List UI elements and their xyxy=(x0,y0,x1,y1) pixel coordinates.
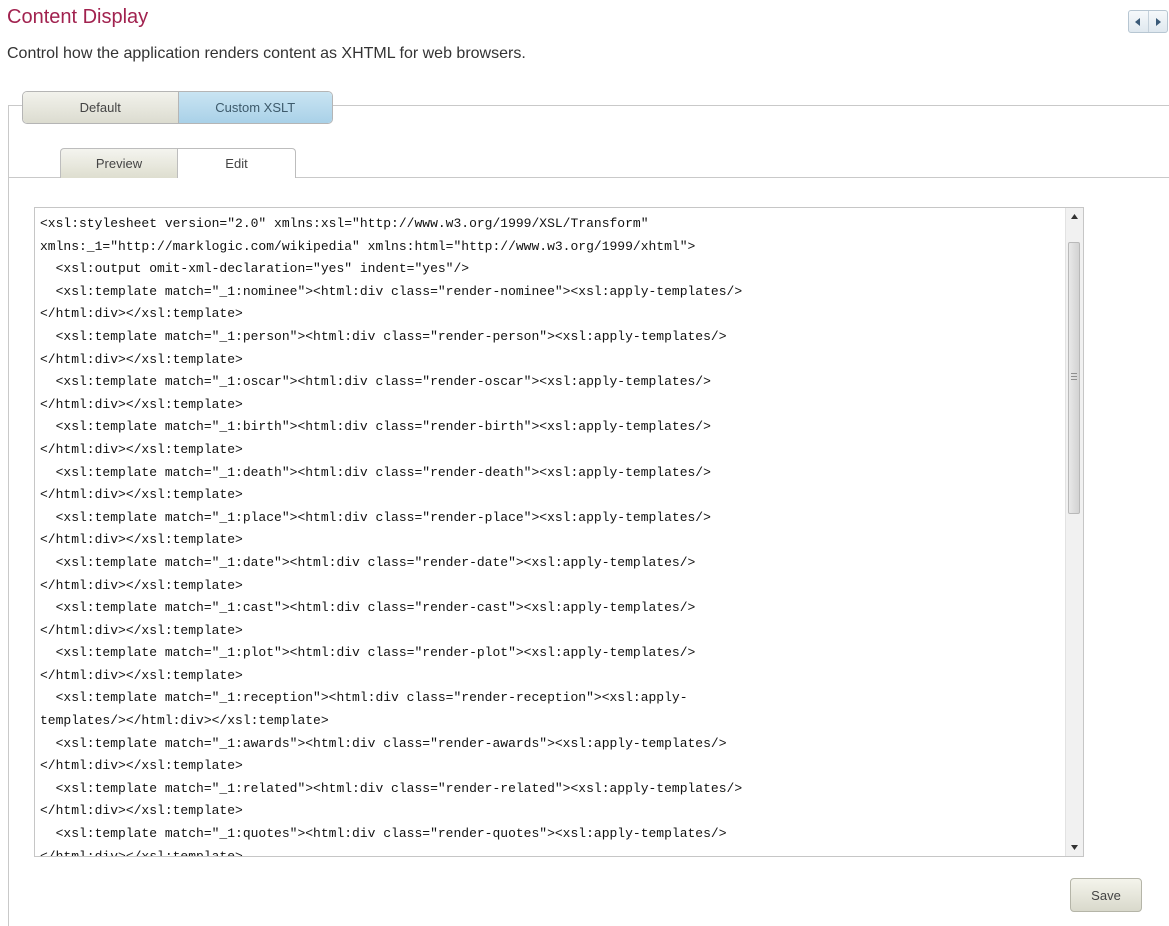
xslt-view-tabs: Preview Edit xyxy=(60,148,296,179)
code-line: </html:div></xsl:template> xyxy=(40,622,243,638)
code-line: </html:div></xsl:template> xyxy=(40,532,243,548)
code-line: <xsl:template match="_1:death"><html:div… xyxy=(40,464,711,480)
code-line: <xsl:template match="_1:reception"><html… xyxy=(40,690,688,706)
tab-frame-left-border xyxy=(8,105,9,926)
code-line: <xsl:template match="_1:cast"><html:div … xyxy=(40,600,696,616)
code-line: xmlns:_1="http://marklogic.com/wikipedia… xyxy=(40,238,696,254)
code-line: <xsl:template match="_1:place"><html:div… xyxy=(40,509,711,525)
triangle-right-icon xyxy=(1155,17,1161,26)
tab-default[interactable]: Default xyxy=(23,92,179,123)
code-line: </html:div></xsl:template> xyxy=(40,351,243,367)
page-description: Control how the application renders cont… xyxy=(7,45,526,62)
scrollbar-grip-icon xyxy=(1071,373,1077,382)
code-line: </html:div></xsl:template> xyxy=(40,441,243,457)
code-line: <xsl:template match="_1:person"><html:di… xyxy=(40,328,727,344)
code-line: </html:div></xsl:template> xyxy=(40,846,1065,856)
code-line: <xsl:template match="_1:date"><html:div … xyxy=(40,554,696,570)
next-page-button[interactable] xyxy=(1147,11,1168,32)
code-line: </html:div></xsl:template> xyxy=(40,306,243,322)
code-line: <xsl:output omit-xml-declaration="yes" i… xyxy=(40,261,470,277)
code-line: <xsl:template match="_1:plot"><html:div … xyxy=(40,645,696,661)
code-line: <xsl:template match="_1:quotes"><html:di… xyxy=(40,826,727,842)
editor-scrollbar[interactable] xyxy=(1065,208,1083,856)
save-button[interactable]: Save xyxy=(1070,878,1142,912)
code-line: </html:div></xsl:template> xyxy=(40,758,243,774)
code-line: <xsl:template match="_1:awards"><html:di… xyxy=(40,735,727,751)
scroll-down-button[interactable] xyxy=(1066,839,1083,856)
scrollbar-thumb[interactable] xyxy=(1068,242,1080,514)
tab-preview[interactable]: Preview xyxy=(60,148,178,178)
tab-edit[interactable]: Edit xyxy=(178,148,296,179)
scroll-down-arrow-icon xyxy=(1071,845,1078,850)
code-line: </html:div></xsl:template> xyxy=(40,667,243,683)
code-line: <xsl:template match="_1:oscar"><html:div… xyxy=(40,374,711,390)
triangle-left-icon xyxy=(1135,17,1141,26)
scroll-up-button[interactable] xyxy=(1066,208,1083,225)
code-line: <xsl:stylesheet version="2.0" xmlns:xsl=… xyxy=(40,216,649,231)
code-line: </html:div></xsl:template> xyxy=(40,803,243,819)
code-line: <xsl:template match="_1:nominee"><html:d… xyxy=(40,283,743,299)
prev-page-button[interactable] xyxy=(1129,11,1148,32)
page-title: Content Display xyxy=(7,6,149,28)
display-mode-tabs: Default Custom XSLT xyxy=(22,91,333,124)
code-line: <xsl:template match="_1:birth"><html:div… xyxy=(40,419,711,435)
code-line: <xsl:template match="_1:related"><html:d… xyxy=(40,780,743,796)
code-line: </html:div></xsl:template> xyxy=(40,396,243,412)
code-line: </html:div></xsl:template> xyxy=(40,577,243,593)
code-line: </html:div></xsl:template> xyxy=(40,487,243,503)
scroll-up-arrow-icon xyxy=(1071,214,1078,219)
xslt-editor[interactable]: <xsl:stylesheet version="2.0" xmlns:xsl=… xyxy=(34,207,1084,857)
page-nav-arrows xyxy=(1128,10,1168,33)
tab-custom-xslt[interactable]: Custom XSLT xyxy=(178,92,332,123)
code-line: templates/></html:div></xsl:template> xyxy=(40,713,329,729)
xslt-code-textarea[interactable]: <xsl:stylesheet version="2.0" xmlns:xsl=… xyxy=(35,208,1065,856)
